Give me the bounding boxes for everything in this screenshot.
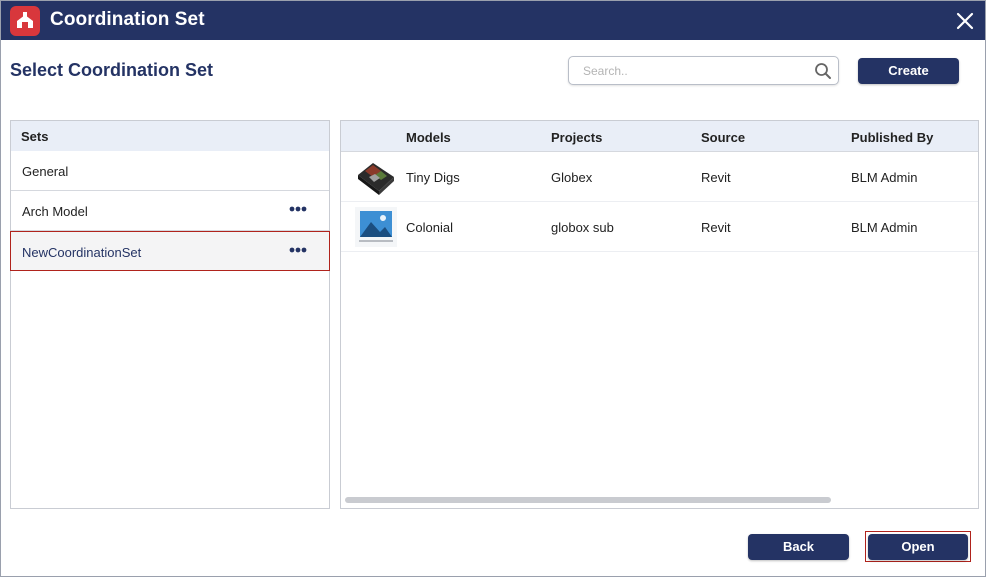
title-bar: Coordination Set (1, 1, 985, 40)
horizontal-scrollbar[interactable] (345, 497, 831, 503)
model-preview-image (355, 157, 397, 197)
column-header-published-by[interactable]: Published By (851, 130, 933, 145)
column-header-projects[interactable]: Projects (551, 130, 602, 145)
table-row[interactable]: Tiny Digs Globex Revit BLM Admin (341, 152, 978, 202)
model-published-by: BLM Admin (851, 170, 918, 185)
column-header-source[interactable]: Source (701, 130, 745, 145)
model-source: Revit (701, 170, 731, 185)
model-name: Colonial (406, 220, 453, 235)
app-logo-icon (10, 6, 40, 36)
close-icon[interactable] (951, 7, 979, 35)
create-button[interactable]: Create (858, 58, 959, 84)
open-button[interactable]: Open (868, 534, 968, 560)
sets-header: Sets (11, 121, 329, 151)
model-source: Revit (701, 220, 731, 235)
model-published-by: BLM Admin (851, 220, 918, 235)
back-button[interactable]: Back (748, 534, 849, 560)
window-title: Coordination Set (50, 9, 205, 30)
models-table-header: Models Projects Source Published By (341, 121, 978, 152)
table-row[interactable]: Colonial globox sub Revit BLM Admin (341, 202, 978, 252)
more-horizontal-icon[interactable] (289, 247, 307, 253)
page-title: Select Coordination Set (10, 60, 214, 80)
set-item-arch-model[interactable]: Arch Model (11, 191, 329, 231)
model-project: Globex (551, 170, 593, 185)
models-panel: Models Projects Source Published By Tiny… (340, 120, 979, 509)
set-item-label: General (22, 164, 69, 179)
set-item-general[interactable]: General (11, 151, 329, 191)
column-header-models[interactable]: Models (406, 130, 451, 145)
more-horizontal-icon[interactable] (289, 206, 307, 212)
model-project: globox sub (551, 220, 614, 235)
sets-panel: Sets General Arch Model NewCoordinationS… (10, 120, 330, 509)
search-box[interactable] (568, 56, 839, 85)
search-icon[interactable] (814, 62, 832, 80)
set-item-label: NewCoordinationSet (22, 245, 142, 260)
set-item-label: Arch Model (22, 204, 88, 219)
no-preview-image (355, 207, 397, 247)
model-name: Tiny Digs (406, 170, 460, 185)
search-input[interactable] (583, 62, 803, 80)
coordination-set-dialog: Coordination Set Select Coordination Set… (0, 0, 986, 577)
set-item-newcoordinationset[interactable]: NewCoordinationSet (10, 231, 330, 271)
